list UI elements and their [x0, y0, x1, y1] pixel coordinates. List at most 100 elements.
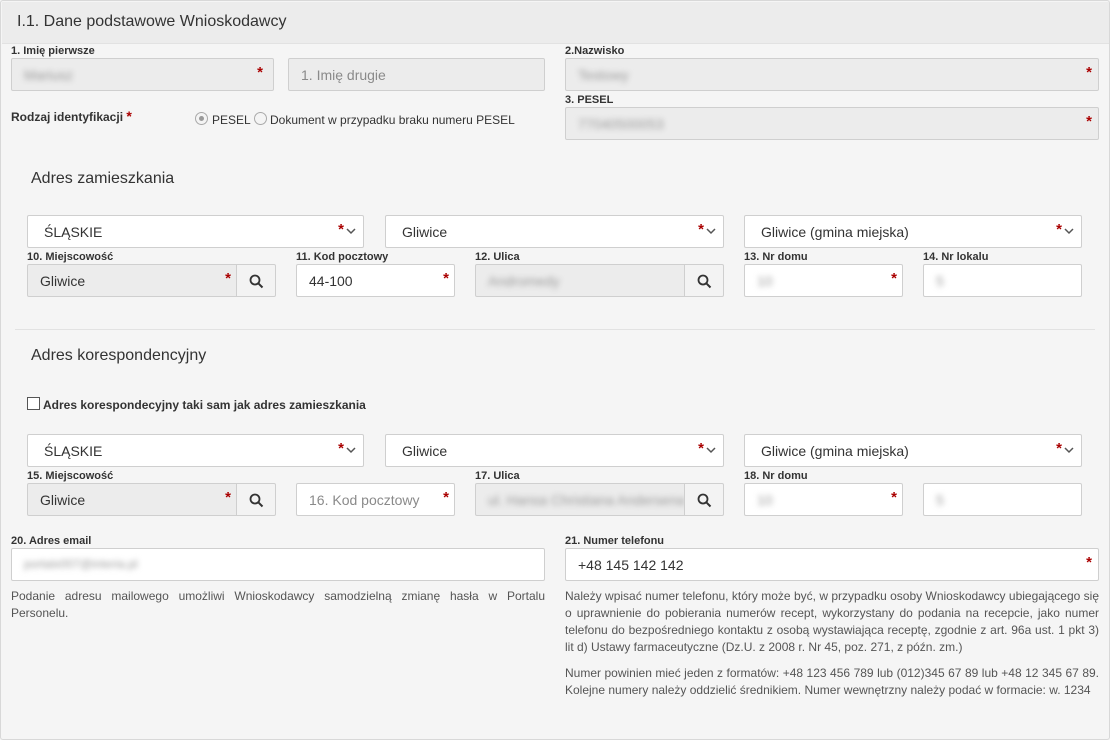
radio-document[interactable]: [254, 112, 267, 125]
second-name-placeholder: 1. Imię drugie: [301, 67, 386, 83]
correspondence-street-value: ul. Hansa Christiana Andersena: [488, 492, 685, 508]
required-marker: *: [1056, 440, 1062, 457]
surname-field[interactable]: Testowy *: [565, 58, 1099, 91]
correspondence-city-value: Gliwice: [40, 492, 86, 508]
residence-street-value: Andromedy: [488, 273, 560, 289]
residence-voivodeship-value: ŚLĄSKIE: [44, 224, 103, 240]
chevron-down-icon: [1064, 228, 1074, 235]
residence-flat-label: 14. Nr lokalu: [923, 251, 989, 263]
residence-postal-value: 44-100: [309, 273, 353, 289]
required-marker: *: [225, 489, 231, 506]
residence-section-title: Adres zamieszkania: [31, 170, 175, 187]
correspondence-voivodeship-select[interactable]: ŚLĄSKIE *: [27, 434, 364, 467]
required-marker: *: [698, 440, 704, 457]
chevron-down-icon: [346, 228, 356, 235]
id-type-label: Rodzaj identyfikacji *: [11, 108, 132, 124]
first-name-label: 1. Imię pierwsze: [11, 45, 95, 57]
email-value: portalx007@interia.pl: [24, 557, 138, 571]
required-marker: *: [698, 221, 704, 238]
correspondence-house-field[interactable]: 10 *: [744, 483, 903, 516]
required-marker: *: [1086, 554, 1092, 571]
required-marker: *: [891, 270, 897, 287]
required-marker: *: [1056, 221, 1062, 238]
panel-title: I.1. Dane podstawowe Wnioskodawcy: [17, 13, 287, 30]
correspondence-municipality-select[interactable]: Gliwice (gmina miejska) *: [744, 434, 1082, 467]
search-icon: [249, 274, 264, 289]
residence-house-value: 10: [757, 273, 773, 289]
residence-postal-label: 11. Kod pocztowy: [296, 251, 389, 263]
surname-label: 2.Nazwisko: [565, 45, 625, 57]
residence-house-label: 13. Nr domu: [744, 251, 808, 263]
correspondence-house-value: 10: [757, 492, 773, 508]
residence-county-select[interactable]: Gliwice *: [385, 215, 724, 248]
first-name-value: Mariusz: [24, 67, 74, 83]
required-marker: *: [338, 221, 344, 238]
chevron-down-icon: [346, 447, 356, 454]
correspondence-flat-value: 5: [936, 492, 944, 508]
chevron-down-icon: [706, 228, 716, 235]
phone-value: +48 145 142 142: [578, 557, 684, 573]
correspondence-street-label: 17. Ulica: [475, 470, 520, 482]
email-help-text: Podanie adresu mailowego umożliwi Wniosk…: [11, 589, 545, 620]
first-name-field[interactable]: Mariusz *: [11, 58, 274, 91]
correspondence-flat-field[interactable]: 5: [923, 483, 1082, 516]
correspondence-city-field[interactable]: Gliwice *: [27, 483, 237, 516]
phone-format-help-text: Numer powinien mieć jeden z formatów: +4…: [565, 666, 1099, 697]
pesel-field[interactable]: 77040500053 *: [565, 107, 1099, 140]
correspondence-municipality-value: Gliwice (gmina miejska): [761, 443, 909, 459]
radio-pesel-label[interactable]: PESEL: [212, 113, 251, 127]
chevron-down-icon: [1064, 447, 1074, 454]
required-marker: *: [891, 489, 897, 506]
panel-header: I.1. Dane podstawowe Wnioskodawcy: [2, 2, 1109, 44]
required-marker: *: [338, 440, 344, 457]
required-marker: *: [225, 270, 231, 287]
residence-street-field[interactable]: Andromedy: [475, 264, 685, 297]
residence-flat-value: 5: [936, 273, 944, 289]
phone-label: 21. Numer telefonu: [565, 535, 665, 547]
correspondence-voivodeship-value: ŚLĄSKIE: [44, 443, 103, 459]
chevron-down-icon: [706, 447, 716, 454]
same-address-label[interactable]: Adres korespondecyjny taki sam jak adres…: [43, 398, 366, 412]
search-icon: [697, 274, 712, 289]
residence-municipality-value: Gliwice (gmina miejska): [761, 224, 909, 240]
residence-street-search-button[interactable]: [684, 264, 724, 297]
residence-municipality-select[interactable]: Gliwice (gmina miejska) *: [744, 215, 1082, 248]
email-field[interactable]: portalx007@interia.pl: [11, 548, 545, 581]
required-marker: *: [443, 489, 449, 506]
correspondence-postal-field[interactable]: 16. Kod pocztowy *: [296, 483, 455, 516]
section-divider: [15, 329, 1095, 330]
required-marker: *: [1086, 64, 1092, 81]
residence-postal-field[interactable]: 44-100 *: [296, 264, 455, 297]
correspondence-street-search-button[interactable]: [684, 483, 724, 516]
required-marker: *: [443, 270, 449, 287]
correspondence-city-search-button[interactable]: [236, 483, 276, 516]
residence-city-search-button[interactable]: [236, 264, 276, 297]
required-marker: *: [257, 64, 263, 81]
phone-field[interactable]: +48 145 142 142 *: [565, 548, 1099, 581]
correspondence-county-value: Gliwice: [402, 443, 448, 459]
residence-city-label: 10. Miejscowość: [27, 251, 114, 263]
radio-document-label[interactable]: Dokument w przypadku braku numeru PESEL: [270, 113, 515, 127]
correspondence-postal-placeholder: 16. Kod pocztowy: [309, 492, 420, 508]
residence-street-label: 12. Ulica: [475, 251, 520, 263]
required-marker: *: [1086, 113, 1092, 130]
correspondence-street-field[interactable]: ul. Hansa Christiana Andersena: [475, 483, 685, 516]
residence-city-value: Gliwice: [40, 273, 86, 289]
surname-value: Testowy: [578, 67, 629, 83]
radio-pesel[interactable]: [195, 112, 208, 125]
residence-city-field[interactable]: Gliwice *: [27, 264, 237, 297]
pesel-label: 3. PESEL: [565, 94, 614, 106]
pesel-value: 77040500053: [578, 116, 664, 132]
second-name-field[interactable]: 1. Imię drugie: [288, 58, 545, 91]
residence-flat-field[interactable]: 5: [923, 264, 1082, 297]
correspondence-house-label: 18. Nr domu: [744, 470, 808, 482]
correspondence-section-title: Adres korespondencyjny: [31, 347, 207, 364]
residence-house-field[interactable]: 10 *: [744, 264, 903, 297]
correspondence-city-label: 15. Miejscowość: [27, 470, 114, 482]
search-icon: [697, 493, 712, 508]
residence-voivodeship-select[interactable]: ŚLĄSKIE *: [27, 215, 364, 248]
correspondence-county-select[interactable]: Gliwice *: [385, 434, 724, 467]
email-label: 20. Adres email: [11, 535, 92, 547]
search-icon: [249, 493, 264, 508]
same-address-checkbox[interactable]: [27, 397, 40, 410]
